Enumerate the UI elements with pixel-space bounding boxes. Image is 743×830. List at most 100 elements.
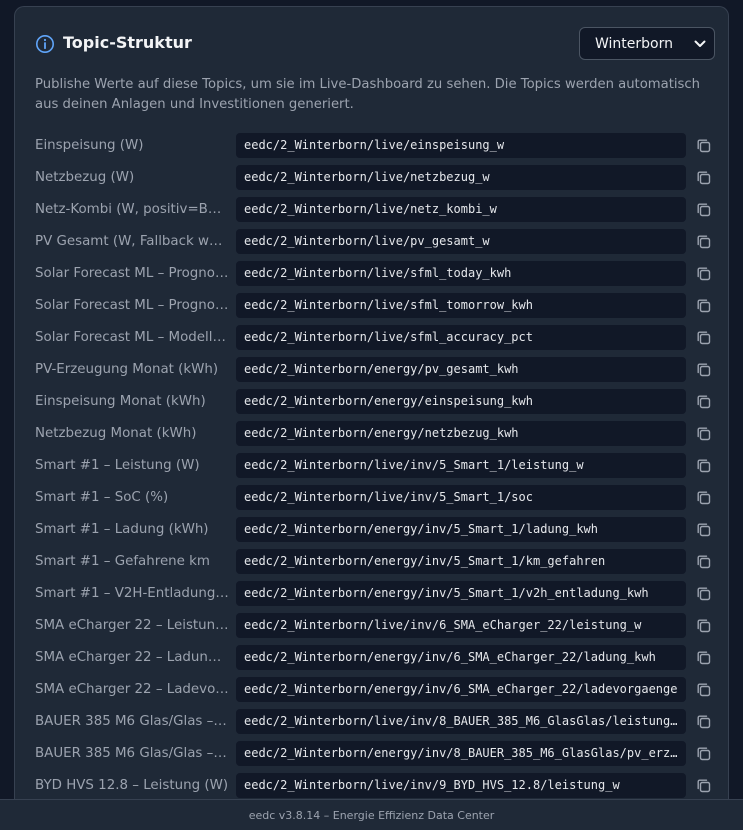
copy-icon[interactable] [695,713,713,731]
topic-path[interactable]: eedc/2_Winterborn/energy/inv/6_SMA_eChar… [244,649,678,666]
topic-label: Smart #1 – SoC (%) [35,490,169,505]
topic-path-field[interactable]: eedc/2_Winterborn/live/pv_gesamt_w [236,229,686,254]
copy-icon[interactable] [695,233,713,251]
topic-path[interactable]: eedc/2_Winterborn/energy/inv/8_BAUER_385… [244,745,678,762]
topic-path[interactable]: eedc/2_Winterborn/live/inv/8_BAUER_385_M… [244,713,678,730]
topic-path[interactable]: eedc/2_Winterborn/energy/netzbezug_kwh [244,425,678,442]
topic-label: PV-Erzeugung Monat (kWh) [35,362,219,377]
topic-path[interactable]: eedc/2_Winterborn/live/netzbezug_w [244,169,678,186]
topic-path-field[interactable]: eedc/2_Winterborn/live/inv/5_Smart_1/soc [236,485,686,510]
copy-icon[interactable] [695,265,713,283]
topic-label: BAUER 385 M6 Glas/Glas – P… [35,746,229,761]
topic-path-field[interactable]: eedc/2_Winterborn/energy/inv/6_SMA_eChar… [236,645,686,670]
topic-path[interactable]: eedc/2_Winterborn/live/pv_gesamt_w [244,233,678,250]
topic-path-field[interactable]: eedc/2_Winterborn/energy/pv_gesamt_kwh [236,357,686,382]
topic-path-field[interactable]: eedc/2_Winterborn/live/inv/6_SMA_eCharge… [236,613,686,638]
copy-icon[interactable] [695,297,713,315]
copy-icon[interactable] [695,489,713,507]
installation-select[interactable]: Winterborn [579,27,715,60]
card-title: Topic-Struktur [63,33,192,52]
topic-row: Einspeisung Monat (kWh) eedc/2_Winterborn… [15,387,728,419]
topic-path-field[interactable]: eedc/2_Winterborn/energy/inv/6_SMA_eChar… [236,677,686,702]
topic-label: PV Gesamt (W, Fallback wen… [35,234,229,249]
topic-row: Smart #1 – Leistung (W) eedc/2_Winterborn… [15,451,728,483]
topic-label: Smart #1 – Ladung (kWh) [35,522,209,537]
topic-path-field[interactable]: eedc/2_Winterborn/energy/inv/5_Smart_1/l… [236,517,686,542]
copy-icon[interactable] [695,425,713,443]
page: Topic-Struktur Winterborn Publishe Werte… [0,0,743,830]
topic-path[interactable]: eedc/2_Winterborn/energy/inv/5_Smart_1/v… [244,585,678,602]
topic-path[interactable]: eedc/2_Winterborn/live/netz_kombi_w [244,201,678,218]
copy-icon[interactable] [695,521,713,539]
card-header: Topic-Struktur Winterborn [15,7,728,77]
topic-label: Netzbezug Monat (kWh) [35,426,197,441]
topic-path-field[interactable]: eedc/2_Winterborn/live/inv/5_Smart_1/lei… [236,453,686,478]
topic-path-field[interactable]: eedc/2_Winterborn/live/inv/8_BAUER_385_M… [236,709,686,734]
topic-row: BAUER 385 M6 Glas/Glas – P… eedc/2_Winter… [15,739,728,771]
topic-path[interactable]: eedc/2_Winterborn/energy/inv/6_SMA_eChar… [244,681,678,698]
topic-label: Solar Forecast ML – Prognos… [35,266,229,281]
topic-path[interactable]: eedc/2_Winterborn/energy/inv/5_Smart_1/k… [244,553,678,570]
topic-path[interactable]: eedc/2_Winterborn/energy/einspeisung_kwh [244,393,678,410]
topic-label: Smart #1 – Leistung (W) [35,458,200,473]
topic-label: SMA eCharger 22 – Ladevor… [35,682,229,697]
topic-path-field[interactable]: eedc/2_Winterborn/energy/einspeisung_kwh [236,389,686,414]
topic-path-field[interactable]: eedc/2_Winterborn/energy/inv/8_BAUER_385… [236,741,686,766]
topic-structure-card: Topic-Struktur Winterborn Publishe Werte… [14,6,729,799]
topic-label: Smart #1 – Gefahrene km [35,554,210,569]
topic-path-field[interactable]: eedc/2_Winterborn/live/netz_kombi_w [236,197,686,222]
copy-icon[interactable] [695,553,713,571]
copy-icon[interactable] [695,617,713,635]
topic-label: Solar Forecast ML – Prognos… [35,298,229,313]
topic-row: Netzbezug Monat (kWh) eedc/2_Winterborn/e… [15,419,728,451]
copy-icon[interactable] [695,169,713,187]
topic-path[interactable]: eedc/2_Winterborn/live/inv/9_BYD_HVS_12.… [244,777,678,794]
copy-icon[interactable] [695,649,713,667]
topic-row: PV Gesamt (W, Fallback wen… eedc/2_Winter… [15,227,728,259]
topic-row: Smart #1 – SoC (%) eedc/2_Winterborn/live… [15,483,728,515]
topic-label: BAUER 385 M6 Glas/Glas – L… [35,714,229,729]
copy-icon[interactable] [695,745,713,763]
topic-row: Netzbezug (W) eedc/2_Winterborn/live/netz… [15,163,728,195]
description-text: Publishe Werte auf diese Topics, um sie … [35,77,701,112]
copy-icon[interactable] [695,393,713,411]
topic-label: Einspeisung Monat (kWh) [35,394,206,409]
topic-label: Einspeisung (W) [35,138,144,153]
copy-icon[interactable] [695,201,713,219]
topic-path[interactable]: eedc/2_Winterborn/live/inv/5_Smart_1/soc [244,489,678,506]
topic-path[interactable]: eedc/2_Winterborn/live/einspeisung_w [244,137,678,154]
topic-path-field[interactable]: eedc/2_Winterborn/live/einspeisung_w [236,133,686,158]
topic-path-field[interactable]: eedc/2_Winterborn/live/sfml_accuracy_pct [236,325,686,350]
topic-path[interactable]: eedc/2_Winterborn/live/inv/5_Smart_1/lei… [244,457,678,474]
topic-row: SMA eCharger 22 – Leistung… eedc/2_Winter… [15,611,728,643]
topic-label: BYD HVS 12.8 – Leistung (W) [35,778,229,793]
copy-icon[interactable] [695,777,713,795]
topic-path[interactable]: eedc/2_Winterborn/live/sfml_tomorrow_kwh [244,297,678,314]
topic-row: Einspeisung (W) eedc/2_Winterborn/live/ei… [15,131,728,163]
topic-path-field[interactable]: eedc/2_Winterborn/live/sfml_tomorrow_kwh [236,293,686,318]
topic-path-field[interactable]: eedc/2_Winterborn/energy/inv/5_Smart_1/k… [236,549,686,574]
topic-row: PV-Erzeugung Monat (kWh) eedc/2_Winterbor… [15,355,728,387]
topic-path-field[interactable]: eedc/2_Winterborn/live/inv/9_BYD_HVS_12.… [236,773,686,798]
topic-path-field[interactable]: eedc/2_Winterborn/energy/netzbezug_kwh [236,421,686,446]
topic-row: Smart #1 – V2H-Entladung (… eedc/2_Winter… [15,579,728,611]
topic-row: SMA eCharger 22 – Ladung (… eedc/2_Winter… [15,643,728,675]
copy-icon[interactable] [695,329,713,347]
topic-path[interactable]: eedc/2_Winterborn/live/sfml_accuracy_pct [244,329,678,346]
copy-icon[interactable] [695,681,713,699]
topic-list: Einspeisung (W) eedc/2_Winterborn/live/ei… [15,131,728,799]
copy-icon[interactable] [695,361,713,379]
topic-path[interactable]: eedc/2_Winterborn/energy/pv_gesamt_kwh [244,361,678,378]
topic-path[interactable]: eedc/2_Winterborn/live/sfml_today_kwh [244,265,678,282]
topic-row: Smart #1 – Gefahrene km eedc/2_Winterborn… [15,547,728,579]
topic-path-field[interactable]: eedc/2_Winterborn/energy/inv/5_Smart_1/v… [236,581,686,606]
copy-icon[interactable] [695,457,713,475]
topic-row: Netz-Kombi (W, positiv=Bez… eedc/2_Winter… [15,195,728,227]
copy-icon[interactable] [695,137,713,155]
topic-path-field[interactable]: eedc/2_Winterborn/live/sfml_today_kwh [236,261,686,286]
topic-path-field[interactable]: eedc/2_Winterborn/live/netzbezug_w [236,165,686,190]
topic-path[interactable]: eedc/2_Winterborn/live/inv/6_SMA_eCharge… [244,617,678,634]
topic-path[interactable]: eedc/2_Winterborn/energy/inv/5_Smart_1/l… [244,521,678,538]
topic-label: Netzbezug (W) [35,170,135,185]
copy-icon[interactable] [695,585,713,603]
